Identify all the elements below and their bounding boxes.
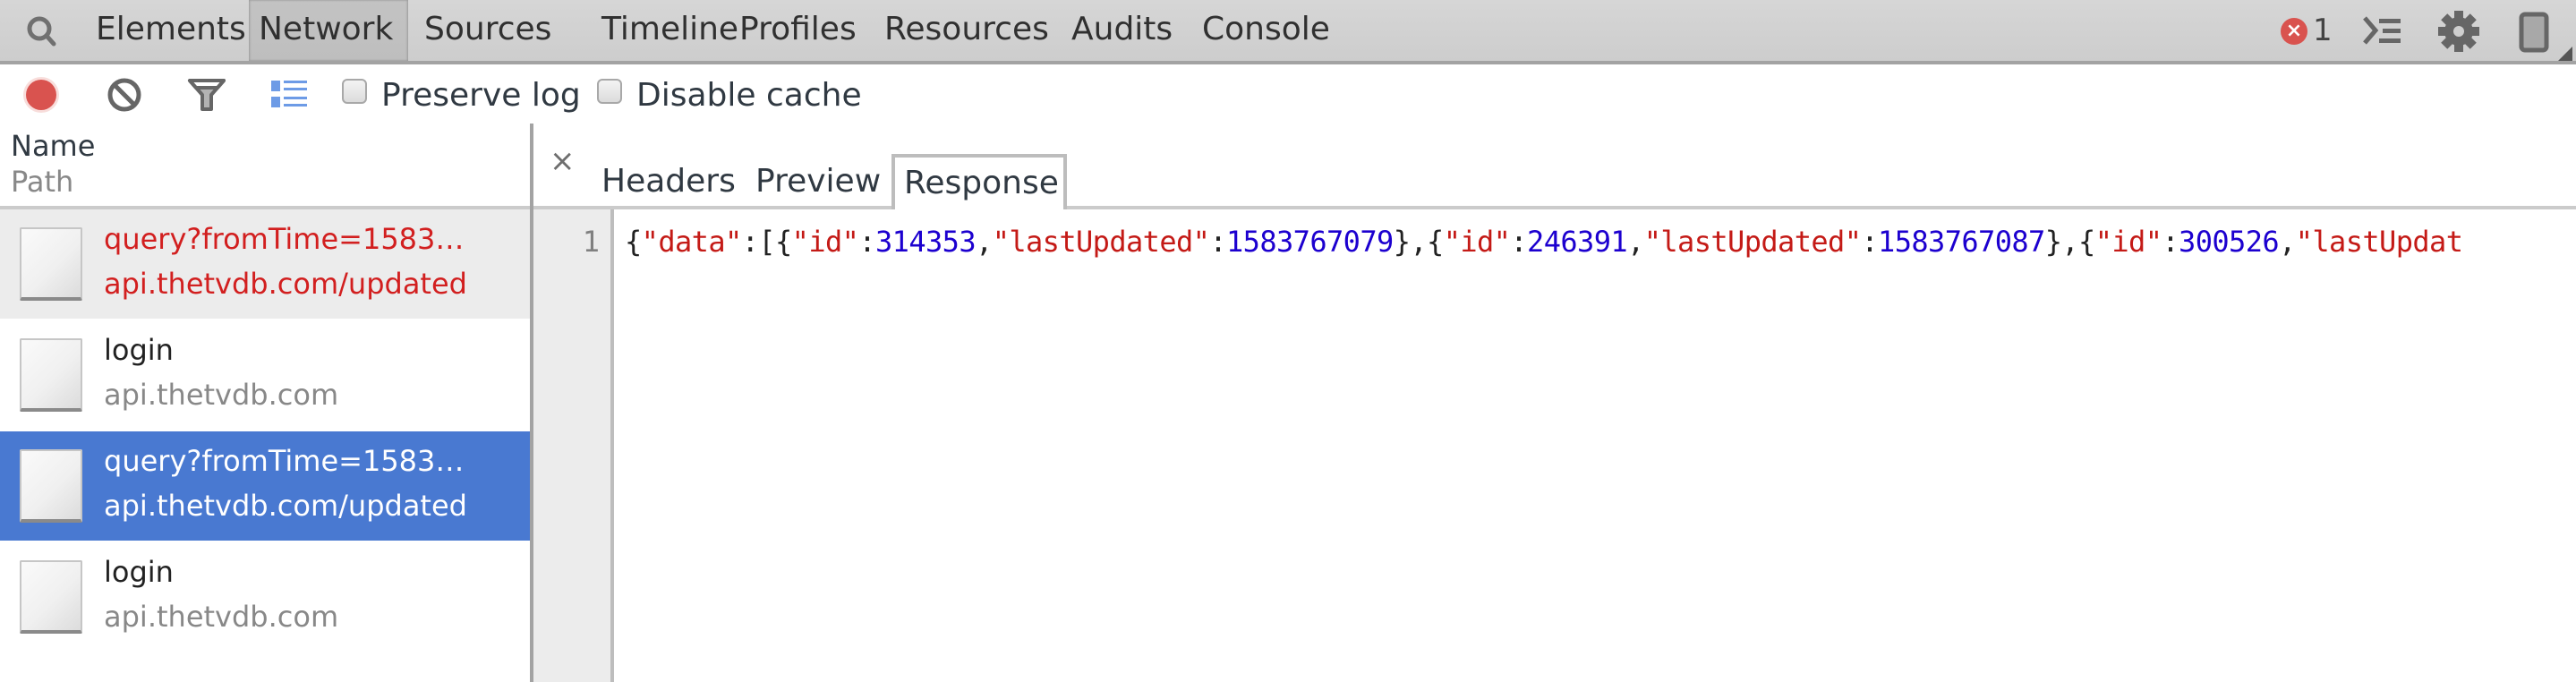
error-icon[interactable]: × [2281,18,2307,45]
preserve-log-checkbox[interactable] [342,79,367,104]
json-key: "lastUpdated" [1643,225,1862,259]
request-row-selected[interactable]: query?fromTime=1583… api.thetvdb.com/upd… [0,431,530,541]
preserve-log-label[interactable]: Preserve log [381,64,581,127]
document-icon [20,338,82,412]
request-row[interactable]: login api.thetvdb.com [0,320,530,430]
json-key: "id" [791,225,859,259]
tab-profiles[interactable]: Profiles [729,0,866,61]
json-punctuation: },{ [1393,225,1445,259]
json-key: "lastUpdated" [992,225,1210,259]
json-key: "id" [1443,225,1511,259]
line-number-gutter: 1 [533,209,614,682]
tab-elements[interactable]: Elements [86,0,256,61]
request-row[interactable]: login api.thetvdb.com [0,542,530,652]
tab-headers[interactable]: Headers [589,154,748,209]
disable-cache-label[interactable]: Disable cache [636,64,862,127]
detail-tabbar: × Headers Preview Response [533,124,2576,209]
line-number: 1 [582,225,600,259]
json-number: 1583767079 [1226,225,1394,259]
devtools-main-tabbar: Elements Network Sources Timeline Profil… [0,0,2576,64]
request-path: api.thetvdb.com/updated [104,267,467,301]
tab-resources[interactable]: Resources [874,0,1059,61]
large-rows-icon[interactable] [269,75,309,115]
tab-sources[interactable]: Sources [414,0,561,61]
document-icon [20,560,82,634]
request-name: query?fromTime=1583… [104,222,465,256]
json-punctuation: , [2279,225,2296,259]
json-punctuation: },{ [2044,225,2096,259]
json-punctuation: : [1861,225,1879,259]
tab-network[interactable]: Network [249,0,408,61]
tab-preview[interactable]: Preview [743,154,893,209]
close-icon[interactable]: × [550,143,576,179]
tab-timeline[interactable]: Timeline [592,0,748,61]
json-punctuation: : [858,225,876,259]
network-toolbar: Preserve log Disable cache [0,64,2576,124]
tab-console[interactable]: Console [1192,0,1340,61]
document-icon [20,227,82,301]
request-path: api.thetvdb.com [104,600,339,634]
disable-cache-checkbox[interactable] [597,79,622,104]
column-path-subheader: Path [11,165,74,199]
json-punctuation: , [976,225,993,259]
request-list-header[interactable]: Name Path [0,124,530,209]
request-name: login [104,333,174,367]
json-number: 300526 [2179,225,2280,259]
tab-audits[interactable]: Audits [1062,0,1182,61]
column-name-header[interactable]: Name [11,129,95,163]
json-punctuation: : [2162,225,2179,259]
filter-icon[interactable] [187,75,226,115]
console-drawer-icon[interactable] [2361,14,2402,47]
clear-icon[interactable] [105,75,144,115]
json-key: "id" [2094,225,2162,259]
dock-side-icon[interactable] [2519,12,2549,53]
request-name: query?fromTime=1583… [104,444,465,478]
gear-icon[interactable] [2436,9,2481,54]
json-punctuation: , [1627,225,1644,259]
document-icon [20,449,82,523]
response-body[interactable]: {"data":[{"id":314353,"lastUpdated":1583… [625,209,2576,274]
request-list: Name Path query?fromTime=1583… api.thetv… [0,124,530,682]
json-number: 1583767087 [1878,225,2045,259]
error-count[interactable]: 1 [2313,0,2333,61]
json-key: "data" [641,225,743,259]
request-detail-panel: × Headers Preview Response 1 {"data":[{"… [533,124,2576,682]
request-row[interactable]: query?fromTime=1583… api.thetvdb.com/upd… [0,209,530,319]
json-number: 246391 [1527,225,1628,259]
tab-response[interactable]: Response [891,154,1067,209]
json-punctuation: { [625,225,642,259]
record-icon[interactable] [21,75,61,115]
request-path: api.thetvdb.com/updated [104,489,467,523]
request-path: api.thetvdb.com [104,378,339,412]
json-punctuation: : [1510,225,1528,259]
json-punctuation: : [1209,225,1227,259]
json-number: 314353 [875,225,977,259]
resize-corner-icon [2558,47,2572,61]
json-punctuation: :[{ [741,225,793,259]
request-name: login [104,555,174,589]
json-key: "lastUpdat [2295,225,2463,259]
search-icon[interactable] [21,13,61,49]
